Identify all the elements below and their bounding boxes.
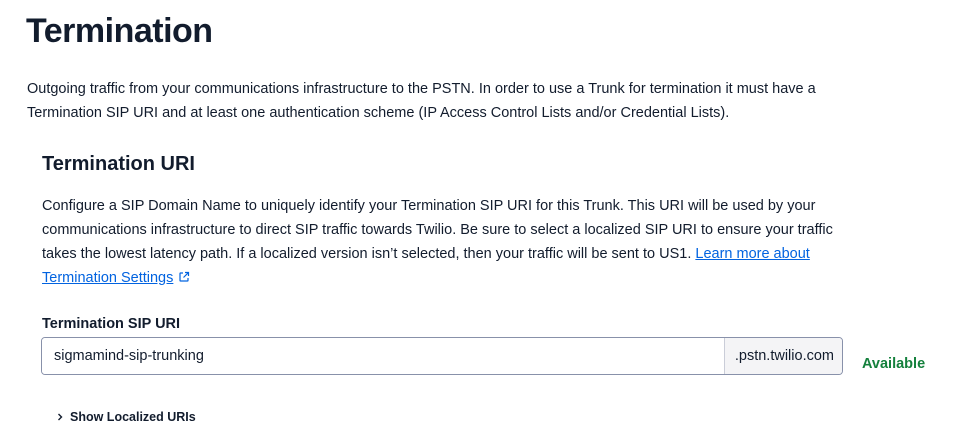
page-title: Termination	[26, 12, 213, 50]
show-localized-uris-label: Show Localized URIs	[70, 410, 196, 424]
external-link-icon	[179, 271, 190, 282]
show-localized-uris-toggle[interactable]: Show Localized URIs	[56, 410, 196, 424]
section-title-termination-uri: Termination URI	[42, 153, 195, 175]
domain-suffix: .pstn.twilio.com	[723, 338, 842, 374]
termination-sip-uri-input[interactable]	[42, 338, 724, 374]
availability-status: Available	[862, 356, 926, 372]
termination-sip-uri-group: .pstn.twilio.com	[41, 337, 843, 375]
chevron-right-icon	[58, 413, 63, 421]
page-intro: Outgoing traffic from your communication…	[27, 81, 816, 121]
termination-page: Termination Outgoing traffic from your c…	[0, 0, 968, 448]
termination-sip-uri-label: Termination SIP URI	[42, 316, 181, 332]
section-description: Configure a SIP Domain Name to uniquely …	[42, 194, 852, 290]
